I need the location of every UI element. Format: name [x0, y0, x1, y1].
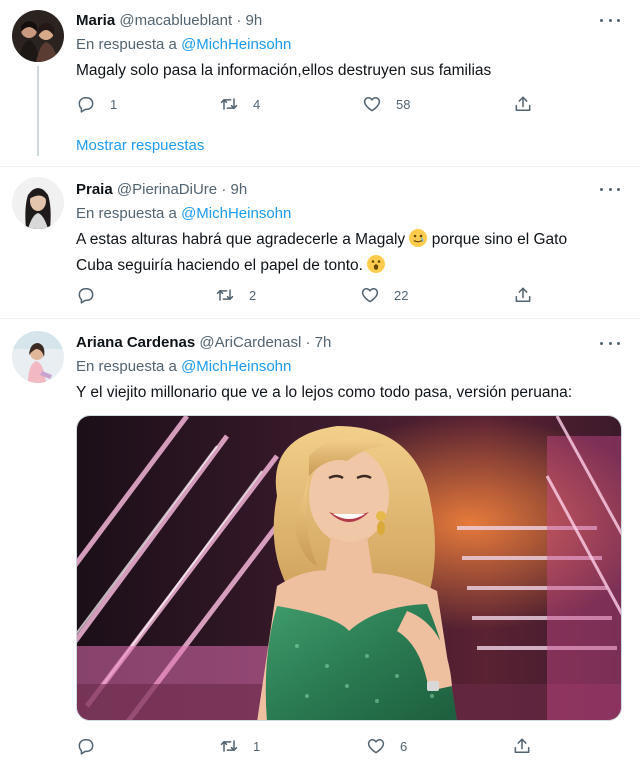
tweet-media-image[interactable] [76, 415, 622, 721]
more-icon[interactable] [600, 335, 620, 351]
reply-button[interactable] [76, 734, 110, 758]
tweet-text-segment: A estas alturas habrá que agradecerle a … [76, 231, 410, 248]
retweet-count: 1 [253, 738, 261, 754]
share-icon [515, 287, 531, 302]
retweet-icon [220, 98, 238, 110]
like-count: 22 [394, 287, 409, 303]
more-icon[interactable] [600, 12, 620, 28]
mention-link[interactable]: @MichHeinsohn [181, 36, 291, 53]
separator-dot: · [305, 334, 311, 351]
retweet-icon [220, 740, 238, 752]
timestamp[interactable]: 9h [230, 181, 247, 198]
timestamp[interactable]: 9h [246, 12, 263, 29]
user-handle[interactable]: @AriCardenasl [199, 334, 301, 351]
separator-dot: · [221, 181, 227, 198]
more-icon[interactable] [600, 181, 620, 197]
tweet-text-segment: porque sino el Gato [427, 231, 568, 248]
share-button[interactable] [512, 734, 532, 758]
avatar[interactable] [12, 331, 64, 383]
tweet-text: A estas alturas habrá que agradecerle a … [76, 227, 616, 279]
tweet-actions: 1 4 58 [76, 92, 546, 116]
tweet-text-segment: Cuba seguiría haciendo el papel de tonto… [76, 257, 368, 274]
reply-icon [78, 97, 94, 113]
reply-button[interactable] [76, 283, 110, 307]
like-button[interactable]: 22 [360, 283, 408, 307]
share-icon [514, 738, 530, 753]
user-handle[interactable]: @PierinaDiUre [117, 181, 217, 198]
mention-link[interactable]: @MichHeinsohn [181, 205, 291, 222]
like-button[interactable]: 6 [366, 734, 407, 758]
tweet-text: Y el viejito millonario que ve a lo lejo… [76, 384, 572, 401]
replying-to: En respuesta a @MichHeinsohn [76, 36, 291, 53]
tweet-text: Magaly solo pasa la información,ellos de… [76, 62, 492, 79]
replying-to: En respuesta a @MichHeinsohn [76, 358, 291, 375]
share-button[interactable] [513, 283, 533, 307]
retweet-button[interactable]: 1 [219, 734, 260, 758]
show-replies-link[interactable]: Mostrar respuestas [76, 137, 204, 154]
tweet-maria[interactable]: Maria @macablueblant · 9h En respuesta a… [0, 0, 640, 166]
heart-icon [363, 97, 381, 112]
retweet-button[interactable]: 2 [215, 283, 256, 307]
tweet-header: Maria @macablueblant · 9h [76, 12, 262, 29]
like-button[interactable]: 58 [362, 92, 410, 116]
tweet-header: Ariana Cardenas @AriCardenasl · 7h [76, 334, 331, 351]
reply-icon [78, 739, 94, 755]
reply-button[interactable]: 1 [76, 92, 117, 116]
tweet-header: Praia @PierinaDiUre · 9h [76, 181, 247, 198]
grimace-emoji-icon [409, 229, 428, 247]
tweet-actions: 2 22 [76, 283, 546, 307]
reply-icon [78, 288, 94, 304]
avatar[interactable] [12, 177, 64, 229]
mention-link[interactable]: @MichHeinsohn [181, 358, 291, 375]
like-count: 6 [400, 738, 408, 754]
share-button[interactable] [513, 92, 533, 116]
tweet-praia[interactable]: Praia @PierinaDiUre · 9h En respuesta a … [0, 167, 640, 318]
display-name[interactable]: Ariana Cardenas [76, 334, 195, 351]
share-icon [515, 96, 531, 111]
like-count: 58 [396, 96, 411, 112]
heart-icon [367, 739, 385, 754]
avatar[interactable] [12, 10, 64, 62]
surprised-emoji-icon [367, 255, 386, 273]
heart-icon [361, 288, 379, 303]
replying-prefix: En respuesta a [76, 36, 177, 53]
retweet-button[interactable]: 4 [219, 92, 260, 116]
retweet-count: 2 [249, 287, 257, 303]
reply-count: 1 [110, 96, 118, 112]
replying-prefix: En respuesta a [76, 205, 177, 222]
retweet-count: 4 [253, 96, 261, 112]
retweet-icon [216, 289, 234, 301]
replying-prefix: En respuesta a [76, 358, 177, 375]
thread-line [37, 66, 39, 156]
display-name[interactable]: Maria [76, 12, 115, 29]
display-name[interactable]: Praia [76, 181, 113, 198]
separator-dot: · [236, 12, 242, 29]
tweet-actions: 1 6 [76, 734, 546, 758]
replying-to: En respuesta a @MichHeinsohn [76, 205, 291, 222]
user-handle[interactable]: @macablueblant [119, 12, 232, 29]
timestamp[interactable]: 7h [315, 334, 332, 351]
